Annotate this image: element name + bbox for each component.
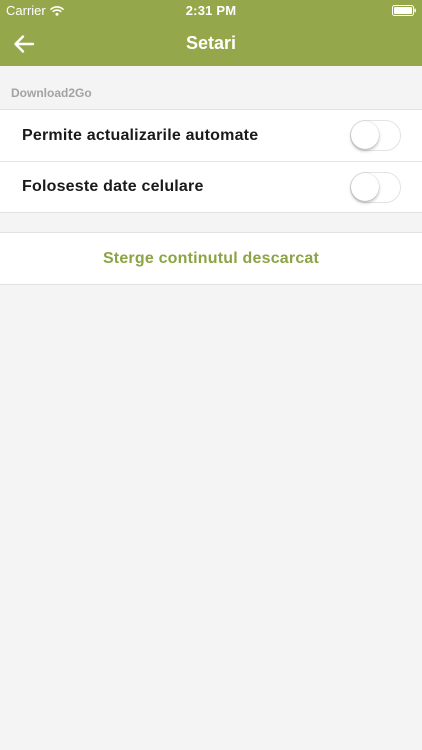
battery-icon — [392, 5, 416, 16]
status-time: 2:31 PM — [185, 3, 237, 18]
settings-group: Permite actualizarile automate Foloseste… — [0, 109, 422, 213]
cellular-data-toggle[interactable] — [350, 172, 401, 203]
toggle-knob — [351, 173, 379, 201]
action-group: Sterge continutul descarcat — [0, 232, 422, 285]
auto-updates-toggle[interactable] — [350, 120, 401, 151]
setting-label-auto-updates: Permite actualizarile automate — [22, 126, 259, 144]
navigation-bar: Setari — [0, 22, 422, 66]
setting-row-cellular-data: Foloseste date celulare — [0, 161, 422, 212]
status-bar: Carrier 2:31 PM — [0, 0, 422, 22]
app-header: Carrier 2:31 PM Setari — [0, 0, 422, 66]
toggle-knob — [351, 121, 379, 149]
setting-label-cellular-data: Foloseste date celulare — [22, 178, 204, 195]
page-title: Setari — [185, 33, 237, 53]
setting-row-auto-updates: Permite actualizarile automate — [0, 110, 422, 161]
delete-downloaded-content-button[interactable]: Sterge continutul descarcat — [0, 233, 422, 284]
section-header-download2go: Download2Go — [11, 86, 92, 100]
